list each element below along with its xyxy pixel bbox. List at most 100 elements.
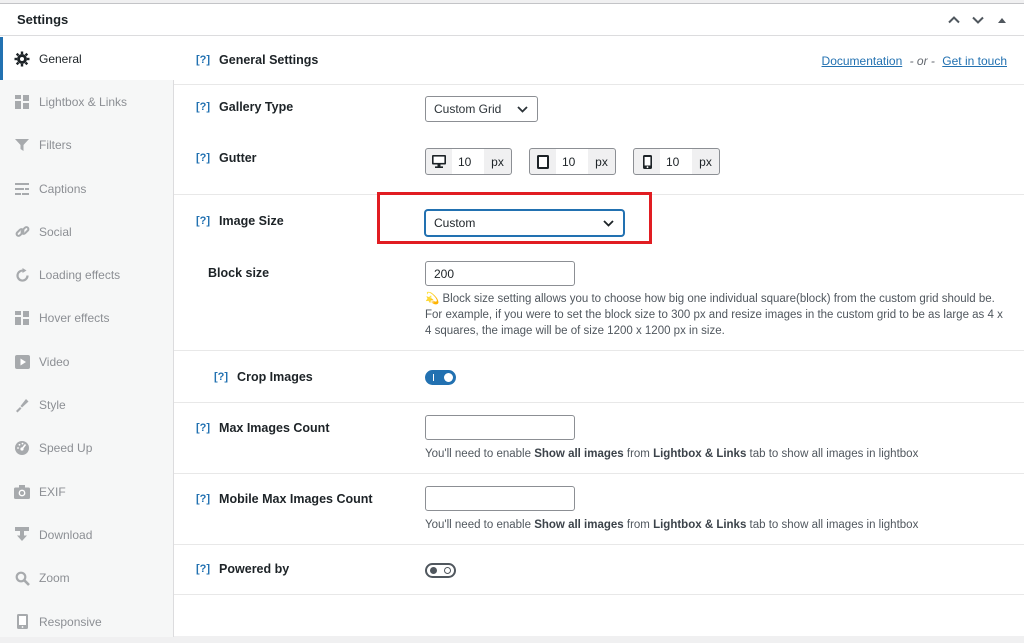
- select-value: Custom: [434, 216, 476, 230]
- powered-by-label: [?] Powered by: [196, 562, 289, 576]
- sidebar-item-label: Loading effects: [39, 268, 121, 283]
- crop-images-label: [?] Crop Images: [214, 370, 313, 384]
- powered-by-toggle[interactable]: [425, 563, 456, 578]
- label-text: Powered by: [219, 562, 290, 576]
- help-link[interactable]: [?]: [196, 54, 210, 66]
- max-images-label: [?] Max Images Count: [196, 421, 329, 435]
- desc-text: from: [623, 519, 654, 531]
- panel-title: Settings: [17, 12, 69, 27]
- refresh-icon: [13, 266, 31, 284]
- sidebar-item-label: Responsive: [39, 614, 102, 629]
- chevron-down-icon[interactable]: [970, 12, 986, 28]
- documentation-link[interactable]: Documentation: [822, 54, 903, 68]
- gutter-tablet-field[interactable]: 10 px: [529, 148, 616, 175]
- block-size-description: 💫 Block size setting allows you to choos…: [425, 293, 1003, 337]
- chevron-up-icon[interactable]: [946, 12, 962, 28]
- desc-text: You'll need to enable: [425, 519, 535, 531]
- sidebar-item-lightbox-links[interactable]: Lightbox & Links: [0, 80, 173, 123]
- desc-bold: Show all images: [534, 519, 624, 531]
- sidebar-item-filters[interactable]: Filters: [0, 124, 173, 167]
- gutter-desktop-input[interactable]: 10: [452, 149, 484, 174]
- grid-icon: [13, 309, 31, 327]
- help-link[interactable]: [?]: [196, 493, 210, 505]
- sidebar-item-label: Download: [39, 527, 93, 542]
- sidebar-item-speed-up[interactable]: Speed Up: [0, 427, 173, 470]
- sidebar-item-social[interactable]: Social: [0, 210, 173, 253]
- sidebar-item-label: Speed Up: [39, 441, 93, 456]
- gutter-mobile-input[interactable]: 10: [660, 149, 692, 174]
- help-link[interactable]: [?]: [196, 563, 210, 575]
- label-text: Gallery Type: [219, 100, 294, 114]
- image-size-select[interactable]: Custom: [425, 210, 624, 236]
- get-in-touch-link[interactable]: Get in touch: [942, 54, 1007, 68]
- panel-controls: [946, 12, 1010, 28]
- search-icon: [13, 569, 31, 587]
- chevron-down-icon: [515, 102, 529, 116]
- gallery-type-row: [?] Gallery Type Custom Grid [?] Gutter …: [174, 85, 1024, 195]
- gallery-type-select[interactable]: Custom Grid: [425, 96, 538, 122]
- brush-icon: [13, 396, 31, 414]
- grid-icon: [13, 93, 31, 111]
- sidebar-item-responsive[interactable]: Responsive: [0, 600, 173, 643]
- help-link[interactable]: [?]: [214, 371, 228, 383]
- crop-images-toggle[interactable]: [425, 370, 456, 385]
- desktop-icon: [426, 155, 452, 168]
- settings-content: [?] General Settings Documentation - or …: [174, 37, 1024, 637]
- unit-label: px: [699, 154, 712, 169]
- sidebar-item-label: Hover effects: [39, 311, 110, 326]
- sidebar-item-hover-effects[interactable]: Hover effects: [0, 297, 173, 340]
- header-links: Documentation - or - Get in touch: [822, 54, 1007, 68]
- desc-bold: Lightbox & Links: [653, 448, 747, 460]
- sidebar-item-label: Filters: [39, 138, 72, 153]
- help-link[interactable]: [?]: [196, 422, 210, 434]
- sidebar-item-label: Lightbox & Links: [39, 94, 128, 109]
- sidebar-item-label: EXIF: [39, 484, 66, 499]
- sidebar-item-loading-effects[interactable]: Loading effects: [0, 253, 173, 296]
- video-icon: [13, 353, 31, 371]
- caret-up-icon[interactable]: [994, 12, 1010, 28]
- sidebar-item-video[interactable]: Video: [0, 340, 173, 383]
- chevron-down-icon: [601, 216, 615, 230]
- block-size-label: Block size: [208, 266, 269, 280]
- sidebar-item-download[interactable]: Download: [0, 513, 173, 556]
- mobile-max-images-label: [?] Mobile Max Images Count: [196, 492, 373, 506]
- desc-text: tab to show all images in lightbox: [746, 519, 919, 531]
- label-text: Block size: [208, 266, 270, 280]
- gutter-label: [?] Gutter: [196, 151, 257, 165]
- max-images-input[interactable]: [425, 415, 575, 440]
- mobile-max-images-input[interactable]: [425, 486, 575, 511]
- camera-icon: [13, 483, 31, 501]
- block-size-input[interactable]: 200: [425, 261, 575, 286]
- sidebar-item-label: Social: [39, 224, 72, 239]
- settings-panel: Settings General Lightbox & Links Filter…: [0, 3, 1024, 637]
- dashboard-icon: [13, 439, 31, 457]
- help-link[interactable]: [?]: [196, 101, 210, 113]
- gutter-mobile-field[interactable]: 10 px: [633, 148, 720, 175]
- sidebar-item-zoom[interactable]: Zoom: [0, 557, 173, 600]
- sidebar-item-exif[interactable]: EXIF: [0, 470, 173, 513]
- label-text: Image Size: [219, 214, 284, 228]
- desc-text: tab to show all images in lightbox: [746, 448, 919, 460]
- unit-label: px: [595, 154, 608, 169]
- general-settings-row: [?] General Settings Documentation - or …: [174, 37, 1024, 85]
- sidebar-item-label: Style: [39, 398, 66, 413]
- desc-text: You'll need to enable: [425, 448, 535, 460]
- sidebar-item-captions[interactable]: Captions: [0, 167, 173, 210]
- gear-icon: [13, 50, 31, 68]
- mobile-icon: [13, 613, 31, 631]
- label-text: Gutter: [219, 151, 257, 165]
- gutter-tablet-input[interactable]: 10: [556, 149, 588, 174]
- toggle-off-mark: [444, 567, 451, 574]
- mobile-max-images-row: [?] Mobile Max Images Count You'll need …: [174, 474, 1024, 545]
- sidebar-item-label: General: [39, 51, 82, 66]
- desc-bold: Show all images: [534, 448, 624, 460]
- gutter-desktop-field[interactable]: 10 px: [425, 148, 512, 175]
- max-images-description: You'll need to enable Show all images fr…: [425, 446, 918, 462]
- help-link[interactable]: [?]: [196, 152, 210, 164]
- unit-label: px: [491, 154, 504, 169]
- sidebar-item-style[interactable]: Style: [0, 383, 173, 426]
- or-separator: - or -: [909, 54, 935, 68]
- help-link[interactable]: [?]: [196, 215, 210, 227]
- sidebar-item-general[interactable]: General: [0, 37, 175, 81]
- tablet-icon: [530, 154, 556, 169]
